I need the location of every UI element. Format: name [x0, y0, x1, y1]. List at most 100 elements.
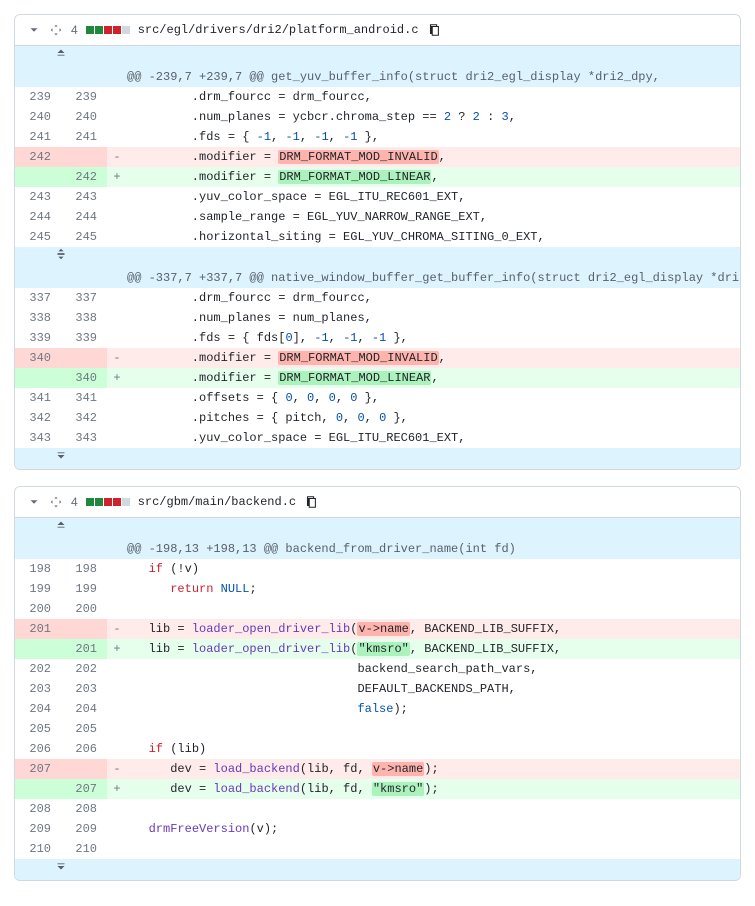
- expand-up-icon[interactable]: [15, 46, 107, 67]
- old-line-number[interactable]: 337: [15, 288, 61, 308]
- copy-path-icon[interactable]: [304, 495, 318, 509]
- new-line-number[interactable]: 206: [61, 739, 107, 759]
- old-line-number[interactable]: [15, 167, 61, 187]
- old-line-number[interactable]: 205: [15, 719, 61, 739]
- new-line-number[interactable]: 203: [61, 679, 107, 699]
- old-line-number[interactable]: 243: [15, 187, 61, 207]
- old-line-number[interactable]: 202: [15, 659, 61, 679]
- new-line-number[interactable]: 337: [61, 288, 107, 308]
- old-line-number[interactable]: 200: [15, 599, 61, 619]
- expand-down-icon[interactable]: [15, 859, 107, 880]
- old-line-number[interactable]: 343: [15, 428, 61, 448]
- old-line-number[interactable]: 340: [15, 348, 61, 368]
- new-line-number[interactable]: 207: [61, 779, 107, 799]
- code-content: dev = load_backend(lib, fd, v->name);: [127, 759, 740, 779]
- code-line: 239239 .drm_fourcc = drm_fourcc,: [15, 87, 740, 107]
- old-line-number[interactable]: 245: [15, 227, 61, 247]
- code-line: 339339 .fds = { fds[0], -1, -1, -1 },: [15, 328, 740, 348]
- new-line-number[interactable]: 243: [61, 187, 107, 207]
- new-line-number[interactable]: 242: [61, 167, 107, 187]
- old-line-number[interactable]: [15, 639, 61, 659]
- old-line-number[interactable]: 240: [15, 107, 61, 127]
- new-line-number[interactable]: [61, 619, 107, 639]
- new-line-number[interactable]: 240: [61, 107, 107, 127]
- new-line-number[interactable]: 200: [61, 599, 107, 619]
- old-line-number[interactable]: 203: [15, 679, 61, 699]
- diff-marker: -: [107, 348, 127, 368]
- expand-row[interactable]: [15, 518, 740, 539]
- old-line-number[interactable]: 208: [15, 799, 61, 819]
- old-line-number[interactable]: 207: [15, 759, 61, 779]
- expand-row[interactable]: [15, 448, 740, 469]
- new-line-number[interactable]: 338: [61, 308, 107, 328]
- code-content: .num_planes = ycbcr.chroma_step == 2 ? 2…: [127, 107, 740, 127]
- expand-up-icon[interactable]: [15, 518, 107, 539]
- new-line-number[interactable]: 239: [61, 87, 107, 107]
- code-content: .modifier = DRM_FORMAT_MOD_LINEAR,: [127, 368, 740, 388]
- new-line-number[interactable]: 205: [61, 719, 107, 739]
- expand-row[interactable]: [15, 859, 740, 880]
- old-line-number[interactable]: 241: [15, 127, 61, 147]
- hunk-header-text: @@ -337,7 +337,7 @@ native_window_buffer…: [127, 268, 740, 288]
- diff-marker: [107, 428, 127, 448]
- old-line-number[interactable]: 201: [15, 619, 61, 639]
- old-line-number[interactable]: 341: [15, 388, 61, 408]
- new-line-number[interactable]: 241: [61, 127, 107, 147]
- expand-row[interactable]: [15, 247, 740, 268]
- code-line: 340+ .modifier = DRM_FORMAT_MOD_LINEAR,: [15, 368, 740, 388]
- new-line-number[interactable]: 342: [61, 408, 107, 428]
- new-line-number[interactable]: [61, 348, 107, 368]
- old-line-number[interactable]: 338: [15, 308, 61, 328]
- new-line-number[interactable]: 199: [61, 579, 107, 599]
- chevron-down-icon[interactable]: [27, 495, 41, 509]
- old-line-number[interactable]: 198: [15, 559, 61, 579]
- new-line-number[interactable]: 198: [61, 559, 107, 579]
- old-line-number[interactable]: 239: [15, 87, 61, 107]
- old-line-number[interactable]: 342: [15, 408, 61, 428]
- expand-row[interactable]: [15, 46, 740, 67]
- code-content: false);: [127, 699, 740, 719]
- expand-both-icon[interactable]: [15, 247, 107, 268]
- drag-icon[interactable]: [49, 495, 63, 509]
- diff-marker: [107, 308, 127, 328]
- code-line: 210210: [15, 839, 740, 859]
- new-line-number[interactable]: [61, 147, 107, 167]
- diff-marker: [107, 839, 127, 859]
- new-line-number[interactable]: 202: [61, 659, 107, 679]
- code-content: [127, 719, 740, 739]
- change-count: 4: [71, 23, 78, 37]
- new-line-number[interactable]: 210: [61, 839, 107, 859]
- old-line-number[interactable]: 244: [15, 207, 61, 227]
- expand-down-icon[interactable]: [15, 448, 107, 469]
- new-line-number[interactable]: 245: [61, 227, 107, 247]
- copy-path-icon[interactable]: [427, 23, 441, 37]
- new-line-number[interactable]: 209: [61, 819, 107, 839]
- new-line-number[interactable]: 208: [61, 799, 107, 819]
- file-path[interactable]: src/egl/drivers/dri2/platform_android.c: [138, 23, 419, 37]
- new-line-number[interactable]: 204: [61, 699, 107, 719]
- diffstat-square: [104, 26, 112, 34]
- new-line-number[interactable]: 244: [61, 207, 107, 227]
- old-line-number[interactable]: 242: [15, 147, 61, 167]
- old-line-number[interactable]: 206: [15, 739, 61, 759]
- code-line: 337337 .drm_fourcc = drm_fourcc,: [15, 288, 740, 308]
- old-line-number[interactable]: 204: [15, 699, 61, 719]
- code-content: .yuv_color_space = EGL_ITU_REC601_EXT,: [127, 187, 740, 207]
- new-line-number[interactable]: [61, 759, 107, 779]
- old-line-number[interactable]: [15, 779, 61, 799]
- old-line-number[interactable]: 199: [15, 579, 61, 599]
- file-path[interactable]: src/gbm/main/backend.c: [138, 495, 296, 509]
- old-line-number[interactable]: 210: [15, 839, 61, 859]
- new-line-number[interactable]: 343: [61, 428, 107, 448]
- old-line-number[interactable]: 209: [15, 819, 61, 839]
- new-line-number[interactable]: 341: [61, 388, 107, 408]
- code-line: 338338 .num_planes = num_planes,: [15, 308, 740, 328]
- old-line-number[interactable]: 339: [15, 328, 61, 348]
- new-line-number[interactable]: 201: [61, 639, 107, 659]
- drag-icon[interactable]: [49, 23, 63, 37]
- new-line-number[interactable]: 339: [61, 328, 107, 348]
- new-line-number[interactable]: 340: [61, 368, 107, 388]
- old-line-number[interactable]: [15, 368, 61, 388]
- chevron-down-icon[interactable]: [27, 23, 41, 37]
- file-header: 4 src/egl/drivers/dri2/platform_android.c: [15, 15, 740, 46]
